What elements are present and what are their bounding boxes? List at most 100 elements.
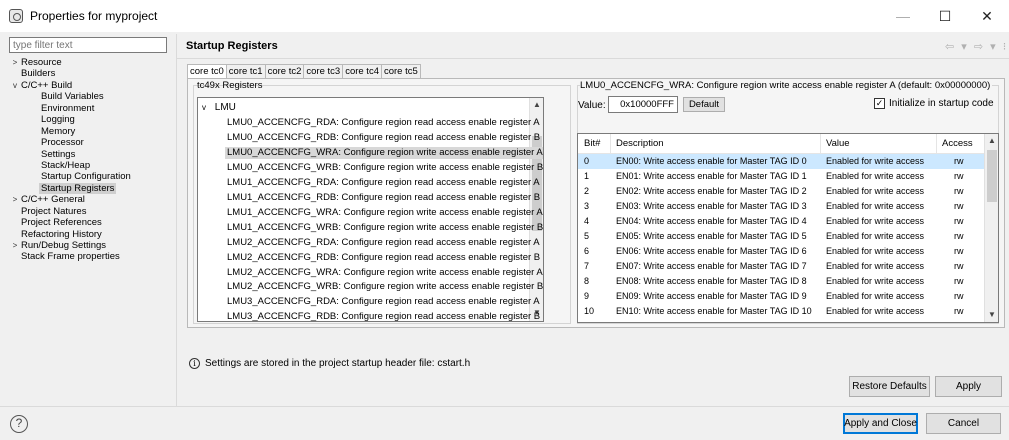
tree-item[interactable]: Refactoring History	[10, 229, 175, 240]
cell-description: EN10: Write access enable for Master TAG…	[616, 305, 812, 316]
cell-value: Enabled for write access	[826, 230, 925, 241]
chevron-right-icon[interactable]: >	[11, 57, 19, 69]
scroll-down-icon[interactable]: ▼	[985, 308, 998, 322]
register-item[interactable]: LMU2_ACCENCFG_WRB: Configure region writ…	[225, 281, 543, 293]
register-item[interactable]: LMU0_ACCENCFG_WRB: Configure region writ…	[225, 162, 543, 174]
register-item[interactable]: LMU0_ACCENCFG_RDA: Configure region read…	[225, 117, 542, 129]
maximize-button[interactable]: ☐	[925, 0, 965, 32]
scrollbar-thumb[interactable]	[987, 150, 997, 202]
init-startup-checkbox[interactable]: ✓	[874, 98, 885, 109]
column-header-value[interactable]: Value	[826, 138, 850, 149]
cell-access: rw	[954, 215, 964, 226]
table-row[interactable]: 9 EN09: Write access enable for Master TA…	[578, 289, 984, 304]
column-header-access[interactable]: Access	[942, 138, 973, 149]
window-title: Properties for myproject	[30, 9, 158, 23]
tree-item[interactable]: Logging	[10, 114, 175, 125]
tree-item[interactable]: Project References	[10, 217, 175, 228]
tree-item-label: Settings	[41, 148, 76, 160]
register-item[interactable]: LMU3_ACCENCFG_RDA: Configure region read…	[225, 296, 542, 308]
tree-item[interactable]: Processor	[10, 137, 175, 148]
cell-value: Enabled for write access	[826, 290, 925, 301]
table-row[interactable]: 10 EN10: Write access enable for Master T…	[578, 304, 984, 319]
register-item[interactable]: LMU1_ACCENCFG_WRB: Configure region writ…	[225, 222, 543, 234]
tree-item[interactable]: > C/C++ General	[10, 194, 175, 205]
register-item[interactable]: LMU2_ACCENCFG_RDA: Configure region read…	[225, 237, 542, 249]
tree-item[interactable]: Startup Registers	[10, 182, 175, 195]
chevron-down-icon[interactable]: v	[11, 80, 19, 92]
tab-core-tc2[interactable]: core tc2	[264, 64, 305, 79]
table-row[interactable]: 6 EN06: Write access enable for Master TA…	[578, 244, 984, 259]
cell-description: EN07: Write access enable for Master TAG…	[616, 260, 807, 271]
registers-group-title: tc49x Registers	[197, 80, 263, 91]
table-row[interactable]: 3 EN03: Write access enable for Master TA…	[578, 199, 984, 214]
register-item[interactable]: LMU2_ACCENCFG_WRA: Configure region writ…	[225, 267, 543, 279]
tree-item[interactable]: v C/C++ Build	[10, 80, 175, 91]
tree-item[interactable]: Startup Configuration	[10, 171, 175, 182]
help-icon[interactable]: ?	[10, 415, 28, 433]
cell-description: EN06: Write access enable for Master TAG…	[616, 245, 807, 256]
table-row[interactable]: 1 EN01: Write access enable for Master TA…	[578, 169, 984, 184]
filter-input[interactable]	[9, 37, 167, 53]
restore-defaults-button[interactable]: Restore Defaults	[849, 376, 930, 397]
tree-item-label: Stack Frame properties	[21, 251, 120, 263]
column-header-description[interactable]: Description	[616, 138, 664, 149]
close-button[interactable]: ✕	[967, 0, 1007, 32]
init-startup-label[interactable]: Initialize in startup code	[889, 98, 994, 109]
tree-item[interactable]: Stack/Heap	[10, 160, 175, 171]
tree-item-label: Startup Configuration	[41, 171, 131, 183]
register-item[interactable]: LMU0_ACCENCFG_RDB: Configure region read…	[225, 132, 542, 144]
value-label: Value:	[578, 100, 606, 111]
table-row[interactable]: 2 EN02: Write access enable for Master TA…	[578, 184, 984, 199]
tree-item[interactable]: Environment	[10, 103, 175, 114]
register-item[interactable]: LMU3_ACCENCFG_RDB: Configure region read…	[225, 311, 542, 321]
chevron-right-icon[interactable]: >	[11, 194, 19, 206]
table-row[interactable]: 8 EN08: Write access enable for Master TA…	[578, 274, 984, 289]
info-icon: i	[189, 358, 200, 369]
bit-table: Bit# Description Value Access ▲ ▼ 0 EN00:…	[577, 133, 999, 323]
cell-value: Enabled for write access	[826, 185, 925, 196]
tree-item[interactable]: Memory	[10, 126, 175, 137]
tree-item[interactable]: Stack Frame properties	[10, 251, 175, 262]
sidebar-divider[interactable]	[176, 34, 177, 407]
tree-item[interactable]: Settings	[10, 149, 175, 160]
tree-item[interactable]: Project Natures	[10, 206, 175, 217]
tree-item[interactable]: > Run/Debug Settings	[10, 240, 175, 251]
register-item[interactable]: LMU0_ACCENCFG_WRA: Configure region writ…	[225, 146, 543, 159]
register-item[interactable]: LMU2_ACCENCFG_RDB: Configure region read…	[225, 252, 542, 264]
table-row[interactable]: 0 EN00: Write access enable for Master TA…	[578, 154, 984, 169]
apply-button[interactable]: Apply	[935, 376, 1002, 397]
bit-table-scrollbar[interactable]: ▲ ▼	[984, 134, 998, 322]
minimize-button[interactable]: —	[883, 0, 923, 32]
tree-item-label: Project Natures	[21, 205, 87, 217]
tab-core-tc4[interactable]: core tc4	[342, 64, 382, 79]
chevron-down-icon[interactable]: v	[202, 102, 212, 114]
apply-and-close-button[interactable]: Apply and Close	[843, 413, 918, 434]
tree-item[interactable]: Build Variables	[10, 91, 175, 102]
table-row[interactable]: 7 EN07: Write access enable for Master TA…	[578, 259, 984, 274]
tab-core-tc0[interactable]: core tc0	[187, 64, 227, 79]
table-row[interactable]: 5 EN05: Write access enable for Master TA…	[578, 229, 984, 244]
info-text: Settings are stored in the project start…	[205, 358, 471, 369]
chevron-right-icon[interactable]: >	[11, 240, 19, 252]
table-row[interactable]: 4 EN04: Write access enable for Master TA…	[578, 214, 984, 229]
tab-core-tc3[interactable]: core tc3	[303, 64, 344, 79]
lmu-node[interactable]: v LMU	[202, 102, 236, 114]
tab-core-tc5[interactable]: core tc5	[380, 64, 421, 79]
title-separator	[177, 58, 1009, 59]
register-item[interactable]: LMU1_ACCENCFG_RDA: Configure region read…	[225, 177, 542, 189]
nav-arrows-icon[interactable]: ⇦ ▾ ⇨ ▾ ⁝	[945, 40, 1008, 53]
cell-description: EN05: Write access enable for Master TAG…	[616, 230, 807, 241]
tree-item[interactable]: Builders	[10, 68, 175, 79]
tree-item[interactable]: > Resource	[10, 57, 175, 68]
scroll-up-icon[interactable]: ▲	[985, 134, 998, 148]
default-button[interactable]: Default	[683, 97, 725, 112]
tab-core-tc1[interactable]: core tc1	[225, 64, 266, 79]
register-item[interactable]: LMU1_ACCENCFG_WRA: Configure region writ…	[225, 207, 543, 219]
register-item[interactable]: LMU1_ACCENCFG_RDB: Configure region read…	[225, 192, 542, 204]
scroll-up-icon[interactable]: ▲	[530, 98, 543, 112]
value-input[interactable]: 0x10000FFF	[608, 96, 678, 113]
registers-tree[interactable]: v LMU ▲ ▼ LMU0_ACCENCFG_RDA: Configure r…	[197, 97, 544, 322]
cell-bit: 5	[584, 230, 590, 241]
cancel-button[interactable]: Cancel	[926, 413, 1001, 434]
column-header-bit[interactable]: Bit#	[584, 138, 600, 149]
